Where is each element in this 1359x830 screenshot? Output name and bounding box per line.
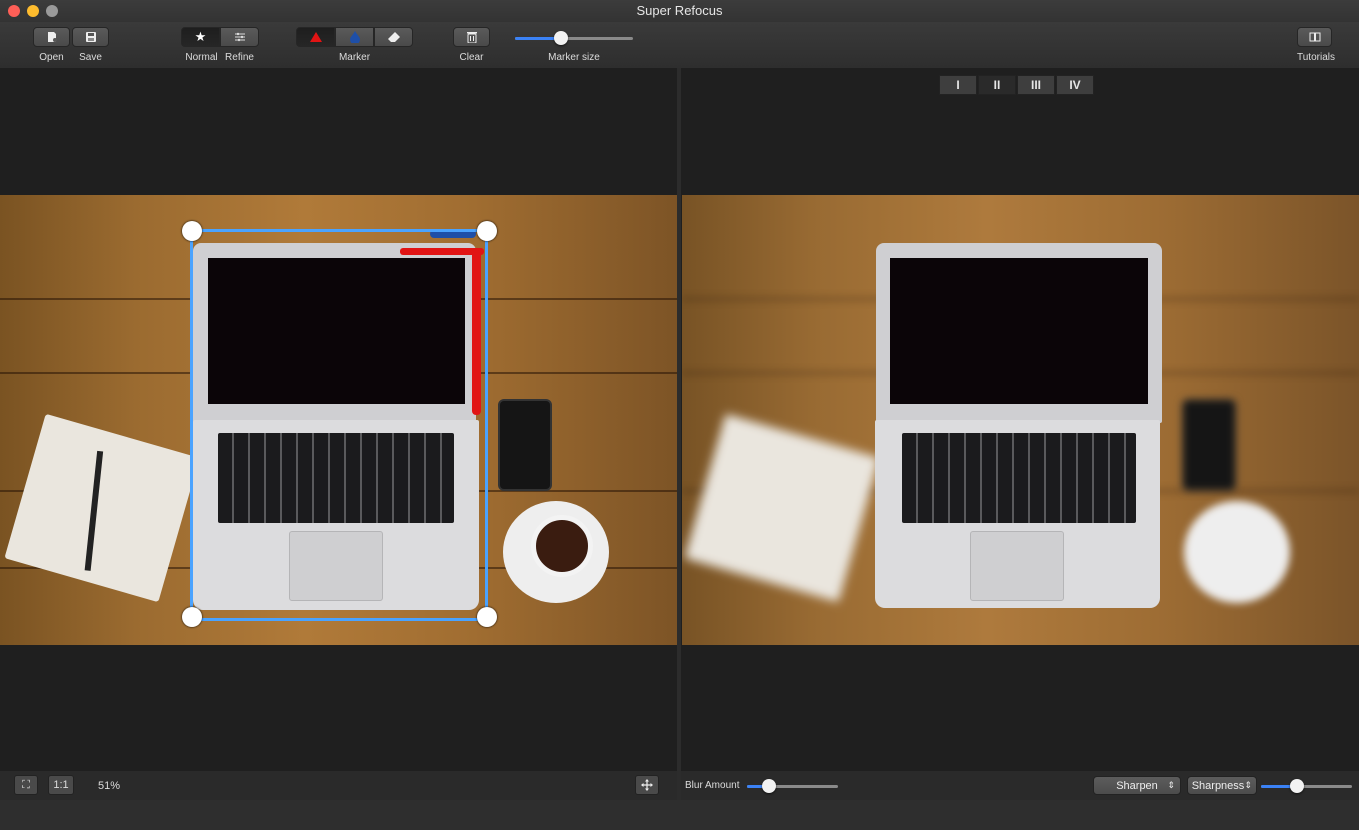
sharpness-value: Sharpness — [1191, 779, 1245, 792]
normal-label: Normal — [185, 52, 218, 63]
trackpad — [970, 531, 1064, 601]
clear-label: Clear — [459, 52, 484, 63]
title-bar: Super Refocus — [0, 0, 1359, 22]
laptop-screen — [890, 258, 1148, 404]
blur-amount-knob[interactable] — [762, 779, 776, 793]
star-icon: ★ — [194, 29, 207, 44]
view-mode-4-button[interactable]: IV — [1056, 75, 1094, 95]
original-photo[interactable] — [0, 195, 677, 645]
selection-handle-top-left[interactable] — [182, 221, 202, 241]
toolbar: Open Save ★ Normal Refine Marker Clear M… — [0, 22, 1359, 69]
sliders-icon — [234, 32, 245, 42]
fit-to-window-button[interactable]: ⛶ — [14, 775, 38, 795]
marker-size-label: Marker size — [548, 52, 600, 63]
sharpness-popup[interactable]: Sharpness ⇕ — [1187, 776, 1257, 795]
window-title: Super Refocus — [636, 3, 723, 18]
keyboard — [902, 433, 1136, 523]
close-window-button[interactable] — [8, 5, 20, 17]
tutorials-button[interactable] — [1297, 27, 1332, 47]
actual-size-button[interactable]: 1:1 — [48, 775, 74, 795]
bottom-strip — [0, 800, 1359, 830]
coffee-saucer — [503, 501, 609, 603]
view-mode-1-button[interactable]: I — [939, 75, 977, 95]
refine-mode-button[interactable] — [220, 27, 259, 47]
phone — [498, 399, 552, 491]
sharpen-popup[interactable]: Sharpen ⇕ — [1093, 776, 1181, 795]
zoom-window-button[interactable] — [46, 5, 58, 17]
eraser-icon — [387, 32, 400, 42]
zoom-level: 51% — [98, 780, 121, 792]
clear-button[interactable] — [453, 27, 490, 47]
selection-handle-top-right[interactable] — [477, 221, 497, 241]
marker-red-button[interactable] — [296, 27, 335, 47]
normal-mode-button[interactable]: ★ — [181, 27, 220, 47]
focus-selection-box[interactable] — [190, 229, 488, 621]
save-icon — [85, 32, 96, 42]
open-button[interactable] — [33, 27, 70, 47]
eraser-button[interactable] — [374, 27, 413, 47]
save-label: Save — [79, 52, 102, 63]
move-icon — [641, 779, 653, 791]
open-icon — [47, 32, 57, 42]
fit-screen-icon: ⛶ — [22, 778, 30, 791]
refocused-photo[interactable] — [682, 195, 1359, 645]
sharpen-value: Sharpen — [1116, 779, 1158, 792]
minimize-window-button[interactable] — [27, 5, 39, 17]
marker-label: Marker — [338, 52, 371, 63]
sharpness-knob[interactable] — [1290, 779, 1304, 793]
updown-icon: ⇕ — [1167, 780, 1175, 790]
save-button[interactable] — [72, 27, 109, 47]
marker-blue-button[interactable] — [335, 27, 374, 47]
view-mode-3-button[interactable]: III — [1017, 75, 1055, 95]
move-tool-button[interactable] — [635, 775, 659, 795]
refine-label: Refine — [225, 52, 254, 63]
view-mode-2-button[interactable]: II — [978, 75, 1016, 95]
marker-size-knob[interactable] — [554, 31, 568, 45]
trash-icon — [466, 32, 477, 43]
drop-icon — [349, 31, 360, 43]
notebook — [4, 413, 200, 603]
selection-handle-bottom-left[interactable] — [182, 607, 202, 627]
phone-blurred — [1182, 399, 1236, 491]
open-label: Open — [39, 52, 64, 63]
updown-icon: ⇕ — [1244, 780, 1252, 790]
notebook-blurred — [684, 413, 880, 603]
triangle-icon — [309, 32, 322, 42]
pen — [84, 450, 104, 571]
selection-handle-bottom-right[interactable] — [477, 607, 497, 627]
coffee-saucer-blurred — [1184, 501, 1290, 603]
book-icon — [1309, 32, 1320, 42]
blur-amount-label: Blur Amount — [685, 780, 740, 791]
tutorials-label: Tutorials — [1297, 52, 1335, 63]
